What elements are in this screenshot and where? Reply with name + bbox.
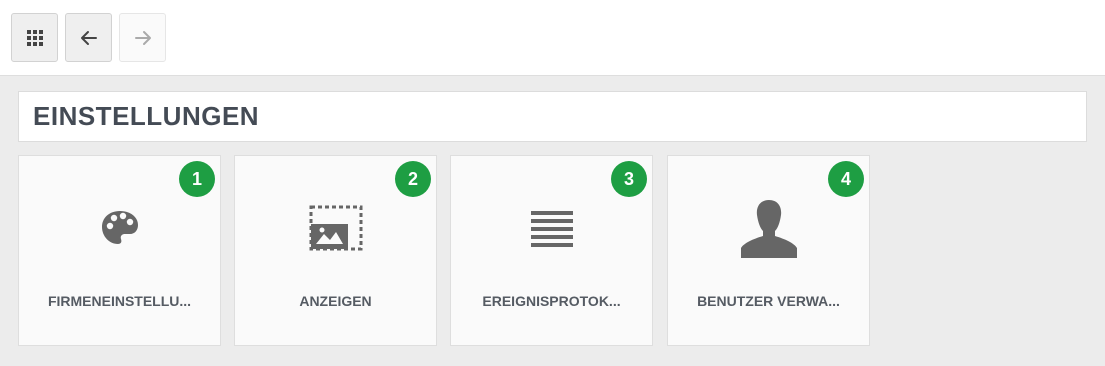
tile-badge: 1 xyxy=(179,161,215,197)
tile-label: ANZEIGEN xyxy=(299,293,372,309)
tile-badge: 2 xyxy=(395,161,431,197)
toolbar xyxy=(0,0,1105,76)
tile-anzeigen[interactable]: 2 ANZEIGEN xyxy=(234,155,437,346)
user-icon xyxy=(740,200,797,258)
page-header: EINSTELLUNGEN xyxy=(18,91,1087,142)
palette-icon xyxy=(101,211,138,244)
tile-label: FIRMENEINSTELLU... xyxy=(47,293,192,309)
arrow-left-icon xyxy=(80,30,97,45)
forward-button[interactable] xyxy=(119,13,166,62)
page-title: EINSTELLUNGEN xyxy=(33,101,260,131)
tile-benutzer-verwaltung[interactable]: 4 BENUTZER VERWA... xyxy=(667,155,870,346)
image-frame-icon xyxy=(309,205,362,251)
list-icon xyxy=(530,211,573,247)
apps-button[interactable] xyxy=(11,13,58,62)
back-button[interactable] xyxy=(65,13,112,62)
tile-label: BENUTZER VERWA... xyxy=(697,293,840,309)
tile-ereignisprotokoll[interactable]: 3 EREIGNISPROTOK... xyxy=(450,155,653,346)
arrow-right-icon xyxy=(134,30,151,45)
tile-badge: 4 xyxy=(828,161,864,197)
tile-badge: 3 xyxy=(611,161,647,197)
tile-firmeneinstellungen[interactable]: 1 FIRMENEINSTELLU... xyxy=(18,155,221,346)
tile-label: EREIGNISPROTOK... xyxy=(482,293,621,309)
grid-icon xyxy=(26,29,43,46)
